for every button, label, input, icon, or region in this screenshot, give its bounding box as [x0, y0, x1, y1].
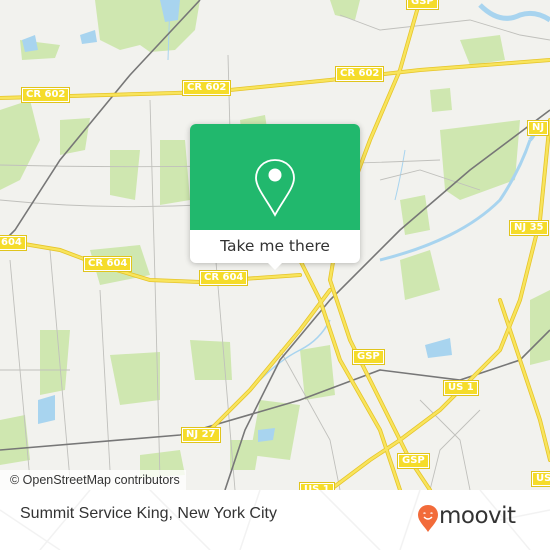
- road-label-cr604: 604: [0, 235, 27, 251]
- moovit-pin-icon: [418, 505, 438, 532]
- road-label-us1: US 1: [443, 380, 479, 396]
- road-label-nj27: NJ 27: [181, 427, 221, 443]
- road-label-us1: US 1: [299, 482, 335, 490]
- destination-popup[interactable]: Take me there: [190, 124, 360, 270]
- road-label-nj: NJ: [526, 120, 550, 136]
- road-label-cr602: CR 602: [181, 80, 232, 96]
- road-label-gsp: GSP: [352, 349, 385, 365]
- road-label-cr602: CR 602: [334, 66, 385, 82]
- road-label-cr602: CR 602: [20, 87, 71, 103]
- road-label-cr604: CR 604: [82, 256, 133, 272]
- road-label-gsp: GSP: [406, 0, 439, 10]
- road-label-nj35: NJ 35: [509, 220, 549, 236]
- popup-pointer: [267, 262, 283, 270]
- road-label-cr604: CR 604: [198, 270, 249, 286]
- place-name: Summit Service King, New York City: [20, 505, 277, 522]
- popup-header: [190, 124, 360, 230]
- road-label-us: US: [530, 471, 550, 487]
- moovit-wordmark: moovit: [439, 503, 516, 529]
- map-attribution[interactable]: © OpenStreetMap contributors: [0, 470, 186, 490]
- map-pin-icon: [255, 159, 295, 217]
- road-label-gsp: GSP: [397, 453, 430, 469]
- footer-bar: Summit Service King, New York City moovi…: [0, 490, 550, 550]
- map-view[interactable]: CR 602 CR 602 CR 602 604 CR 604 CR 604 G…: [0, 0, 550, 490]
- take-me-there-button[interactable]: Take me there: [190, 230, 360, 263]
